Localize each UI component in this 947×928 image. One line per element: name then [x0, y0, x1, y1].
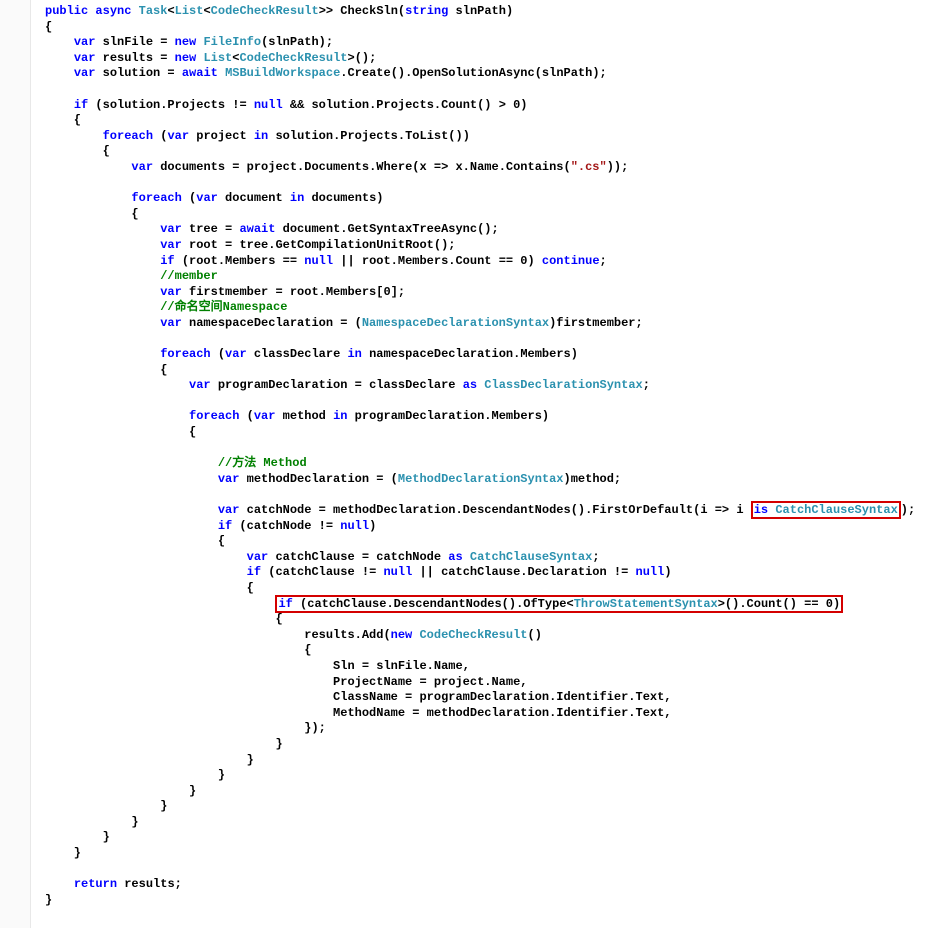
code-line: ProjectName = project.Name, — [45, 675, 937, 691]
code-line: { — [45, 534, 937, 550]
code-line: foreach (var document in documents) — [45, 191, 937, 207]
code-line — [45, 394, 937, 410]
code-line: foreach (var project in solution.Project… — [45, 129, 937, 145]
code-line — [45, 82, 937, 98]
code-editor: public async Task<List<CodeCheckResult>>… — [0, 0, 947, 928]
code-line: } — [45, 737, 937, 753]
code-line: { — [45, 207, 937, 223]
code-line — [45, 441, 937, 457]
code-line: //方法 Method — [45, 456, 937, 472]
code-line: { — [45, 144, 937, 160]
code-line — [45, 176, 937, 192]
code-line: foreach (var classDeclare in namespaceDe… — [45, 347, 937, 363]
code-line: } — [45, 846, 937, 862]
code-line: }); — [45, 721, 937, 737]
code-line: { — [45, 363, 937, 379]
code-line: var catchClause = catchNode as CatchClau… — [45, 550, 937, 566]
code-line: } — [45, 799, 937, 815]
code-line: } — [45, 830, 937, 846]
code-line: var catchNode = methodDeclaration.Descen… — [45, 503, 937, 519]
code-line: { — [45, 113, 937, 129]
code-line: if (catchClause.DescendantNodes().OfType… — [45, 597, 937, 613]
code-line: //member — [45, 269, 937, 285]
code-line: } — [45, 815, 937, 831]
code-line: } — [21, 908, 937, 924]
code-line: var results = new List<CodeCheckResult>(… — [45, 51, 937, 67]
code-line: Sln = slnFile.Name, — [45, 659, 937, 675]
code-line: public async Task<List<CodeCheckResult>>… — [45, 4, 937, 20]
code-line: ClassName = programDeclaration.Identifie… — [45, 690, 937, 706]
highlight-box-2: if (catchClause.DescendantNodes().OfType… — [275, 595, 843, 613]
code-line: if (catchClause != null || catchClause.D… — [45, 565, 937, 581]
code-line: var methodDeclaration = (MethodDeclarati… — [45, 472, 937, 488]
code-line: if (catchNode != null) — [45, 519, 937, 535]
code-line: { — [45, 425, 937, 441]
code-line: if (solution.Projects != null && solutio… — [45, 98, 937, 114]
code-line: return results; — [45, 877, 937, 893]
code-line: var documents = project.Documents.Where(… — [45, 160, 937, 176]
code-line: var programDeclaration = classDeclare as… — [45, 378, 937, 394]
code-line: } — [45, 768, 937, 784]
code-line: var slnFile = new FileInfo(slnPath); — [45, 35, 937, 51]
code-line: var firstmember = root.Members[0]; — [45, 285, 937, 301]
code-line: { — [45, 20, 937, 36]
code-line — [45, 331, 937, 347]
code-line: if (root.Members == null || root.Members… — [45, 254, 937, 270]
code-line: { — [45, 612, 937, 628]
gutter — [0, 0, 31, 928]
code-line: var solution = await MSBuildWorkspace.Cr… — [45, 66, 937, 82]
code-line: MethodName = methodDeclaration.Identifie… — [45, 706, 937, 722]
code-line: } — [45, 893, 937, 909]
code-line: foreach (var method in programDeclaratio… — [45, 409, 937, 425]
code-line — [45, 862, 937, 878]
code-line: var namespaceDeclaration = (NamespaceDec… — [45, 316, 937, 332]
code-line: var root = tree.GetCompilationUnitRoot()… — [45, 238, 937, 254]
code-line: //命名空间Namespace — [45, 300, 937, 316]
code-line: { — [45, 643, 937, 659]
code-line: } — [45, 753, 937, 769]
code-line: var tree = await document.GetSyntaxTreeA… — [45, 222, 937, 238]
code-line: results.Add(new CodeCheckResult() — [45, 628, 937, 644]
highlight-box-1: is CatchClauseSyntax — [751, 501, 901, 519]
code-line: } — [45, 784, 937, 800]
